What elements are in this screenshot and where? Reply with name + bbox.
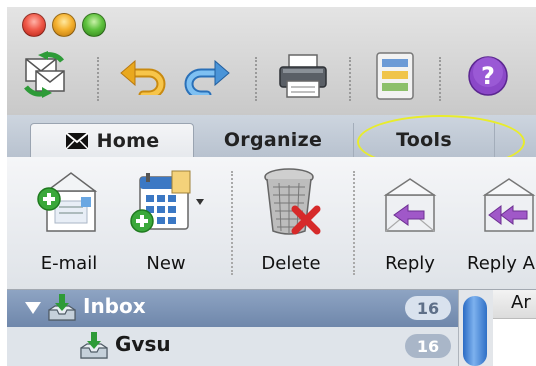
arrange-by-label: Ar bbox=[511, 292, 531, 313]
document-gallery-icon[interactable] bbox=[375, 51, 415, 105]
close-button[interactable] bbox=[22, 13, 46, 37]
send-receive-icon[interactable] bbox=[22, 51, 68, 103]
toolbar: ? bbox=[7, 7, 536, 115]
inbox-tray-icon bbox=[80, 332, 108, 359]
email-label: E-mail bbox=[40, 253, 98, 274]
minimize-button[interactable] bbox=[52, 13, 76, 37]
email-button[interactable]: E-mail bbox=[21, 163, 117, 285]
folder-inbox-label: Inbox bbox=[83, 294, 146, 318]
reply-button[interactable]: Reply bbox=[367, 163, 453, 285]
unread-count-badge: 16 bbox=[405, 334, 451, 358]
svg-text:?: ? bbox=[481, 62, 495, 90]
folder-inbox[interactable]: Inbox 16 bbox=[7, 290, 458, 327]
new-label: New bbox=[146, 253, 186, 274]
chevron-down-icon bbox=[196, 199, 204, 205]
folder-scrollbar[interactable] bbox=[458, 290, 493, 366]
reply-all-icon bbox=[463, 163, 536, 237]
arrange-by-header[interactable]: Ar bbox=[493, 290, 536, 319]
home-ribbon: E-mail New Delete Reply Reply A bbox=[7, 157, 536, 290]
trash-can-icon bbox=[259, 163, 323, 237]
tab-home[interactable]: Home bbox=[30, 123, 194, 158]
redo-icon[interactable] bbox=[183, 59, 231, 100]
folder-list: Inbox 16 Gvsu 16 bbox=[7, 290, 458, 366]
reply-label: Reply bbox=[385, 253, 435, 274]
tab-organize[interactable]: Organize bbox=[193, 123, 354, 157]
envelope-icon bbox=[64, 132, 89, 150]
outlook-window: ? Home Organize Tools E-mail New Delete … bbox=[7, 7, 536, 366]
tab-organize-label: Organize bbox=[223, 129, 323, 151]
tab-home-label: Home bbox=[96, 130, 160, 152]
disclosure-triangle-icon[interactable] bbox=[25, 302, 41, 314]
email-icon bbox=[33, 163, 105, 237]
zoom-button[interactable] bbox=[82, 13, 106, 37]
unread-count-badge: 16 bbox=[405, 296, 451, 320]
reply-icon bbox=[380, 163, 440, 237]
scrollbar-thumb[interactable] bbox=[463, 296, 487, 366]
reply-all-button[interactable]: Reply A bbox=[463, 163, 536, 285]
undo-icon[interactable] bbox=[119, 59, 167, 100]
new-calendar-icon bbox=[126, 163, 206, 237]
delete-label: Delete bbox=[261, 253, 321, 274]
delete-button[interactable]: Delete bbox=[241, 163, 341, 285]
print-icon[interactable] bbox=[277, 53, 329, 103]
new-button[interactable]: New bbox=[121, 163, 211, 285]
tab-tools-label: Tools bbox=[396, 129, 452, 151]
ribbon-tabs: Home Organize Tools bbox=[7, 115, 536, 158]
reply-all-label: Reply A bbox=[467, 253, 535, 274]
inbox-tray-icon bbox=[48, 294, 76, 321]
folder-gvsu-label: Gvsu bbox=[115, 332, 171, 356]
tab-tools[interactable]: Tools bbox=[354, 123, 495, 157]
help-icon[interactable]: ? bbox=[467, 55, 509, 101]
message-list: Ar bbox=[493, 290, 536, 366]
folder-gvsu[interactable]: Gvsu 16 bbox=[7, 328, 458, 365]
